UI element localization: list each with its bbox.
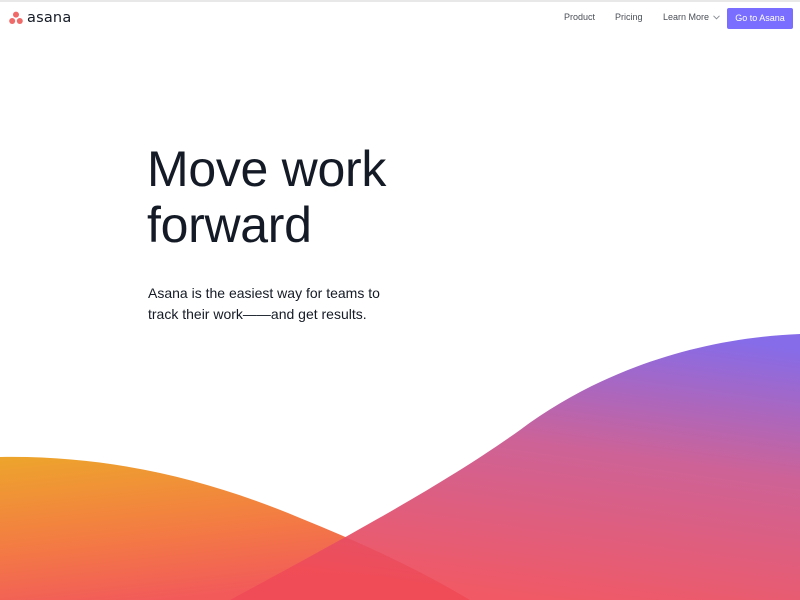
hero-subtext: Asana is the easiest way for teams to tr… — [148, 283, 388, 325]
hero-headline-line: forward — [147, 197, 312, 253]
go-to-asana-button[interactable]: Go to Asana — [727, 8, 793, 29]
chevron-down-icon — [713, 11, 720, 23]
nav-product-link[interactable]: Product — [564, 11, 595, 23]
nav-learn-more-link[interactable]: Learn More — [663, 11, 720, 23]
site-header: asana Product Pricing Learn More Go to A… — [0, 2, 800, 34]
brand-name: asana — [27, 10, 72, 26]
asana-logo[interactable]: asana — [9, 10, 71, 26]
decorative-waves — [0, 334, 800, 600]
nav-learn-more-label: Learn More — [663, 12, 710, 22]
asana-dots-icon — [9, 11, 23, 25]
hero-subtext-line: Asana is the easiest way for teams to — [148, 285, 380, 301]
wave-right — [230, 334, 800, 600]
nav-pricing-link[interactable]: Pricing — [615, 11, 643, 23]
hero-headline-line: Move work — [147, 141, 387, 197]
hero-headline: Move work forward — [147, 141, 477, 253]
